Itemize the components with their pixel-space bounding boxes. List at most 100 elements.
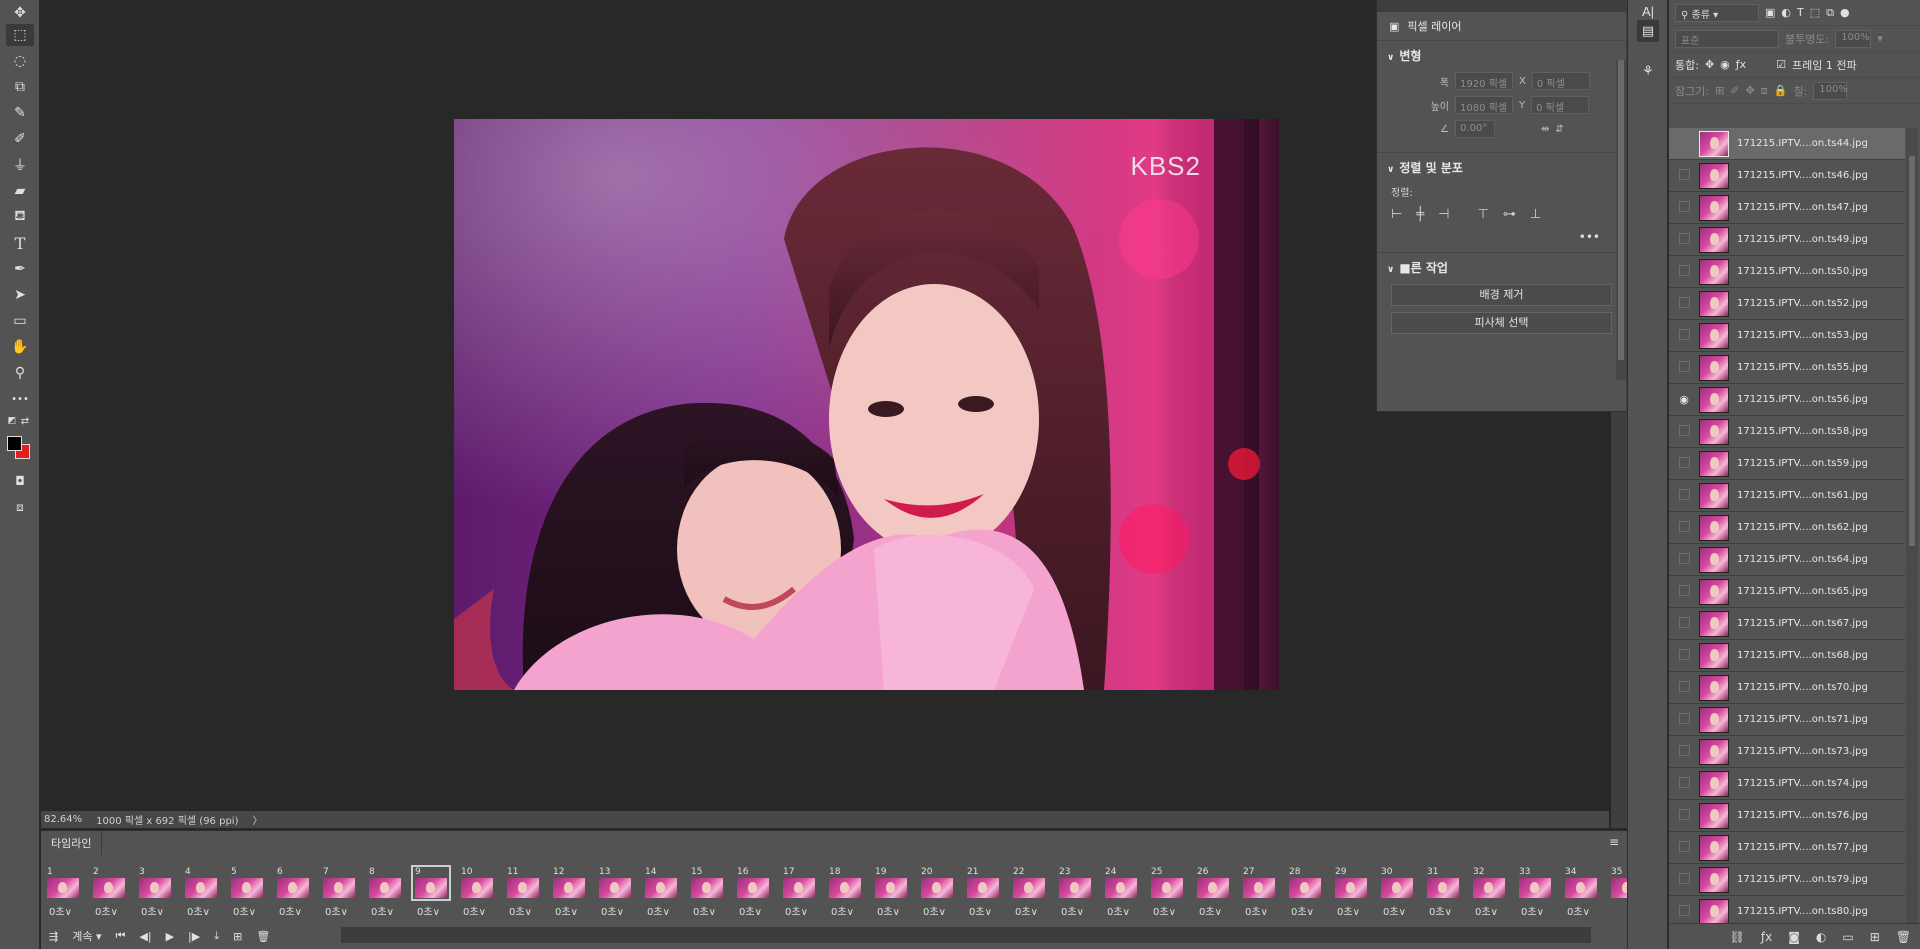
frame-delay-select[interactable]: 0초∨ bbox=[371, 903, 394, 918]
new-group-icon[interactable]: ▭ bbox=[1842, 930, 1853, 944]
delete-layer-icon[interactable]: 🗑 bbox=[1896, 930, 1911, 944]
visibility-toggle[interactable] bbox=[1669, 233, 1699, 247]
frame-delay-select[interactable]: 0초∨ bbox=[1107, 903, 1130, 918]
character-panel-icon[interactable]: A| bbox=[1637, 0, 1659, 22]
layer-row[interactable]: 171215.IPTV....on.ts68.jpg bbox=[1669, 640, 1905, 672]
filter-adjustment-icon[interactable]: ◐ bbox=[1781, 6, 1791, 19]
frame-delay-select[interactable]: 0초∨ bbox=[417, 903, 440, 918]
frame-delay-select[interactable]: 0초∨ bbox=[647, 903, 670, 918]
frame-delay-select[interactable]: 0초∨ bbox=[187, 903, 210, 918]
properties-scroll-thumb[interactable] bbox=[1618, 60, 1624, 360]
visibility-toggle[interactable] bbox=[1669, 137, 1699, 151]
timeline-frame[interactable]: 19 0초∨ bbox=[869, 865, 915, 921]
properties-scrollbar[interactable] bbox=[1616, 60, 1626, 380]
visibility-toggle[interactable] bbox=[1669, 297, 1699, 311]
layer-row[interactable]: 171215.IPTV....on.ts70.jpg bbox=[1669, 672, 1905, 704]
zoom-level[interactable]: 82.64% bbox=[44, 814, 82, 825]
layer-row[interactable]: 171215.IPTV....on.ts76.jpg bbox=[1669, 800, 1905, 832]
filter-smart-object-icon[interactable]: ⧉ bbox=[1826, 6, 1834, 20]
timeline-frame[interactable]: 26 0초∨ bbox=[1191, 865, 1237, 921]
layer-row[interactable]: 171215.IPTV....on.ts64.jpg bbox=[1669, 544, 1905, 576]
lasso-icon[interactable]: ◌ bbox=[6, 50, 34, 72]
timeline-frame[interactable]: 13 0초∨ bbox=[593, 865, 639, 921]
delete-frame-icon[interactable]: 🗑 bbox=[256, 930, 270, 943]
foreground-color-swatch[interactable] bbox=[7, 436, 22, 451]
add-mask-icon[interactable]: ◙ bbox=[1788, 930, 1800, 944]
unify-position-icon[interactable]: ✥ bbox=[1705, 58, 1714, 71]
path-select-icon[interactable]: ➤ bbox=[6, 284, 34, 306]
layer-row[interactable]: 171215.IPTV....on.ts53.jpg bbox=[1669, 320, 1905, 352]
filter-shape-icon[interactable]: ⬚ bbox=[1810, 6, 1820, 19]
layer-row[interactable]: 171215.IPTV....on.ts58.jpg bbox=[1669, 416, 1905, 448]
visibility-toggle[interactable] bbox=[1669, 745, 1699, 759]
layer-row[interactable]: 171215.IPTV....on.ts73.jpg bbox=[1669, 736, 1905, 768]
lock-pixels-icon[interactable]: ✐ bbox=[1730, 84, 1739, 97]
timeline-frame[interactable]: 11 0초∨ bbox=[501, 865, 547, 921]
layer-row[interactable]: 171215.IPTV....on.ts74.jpg bbox=[1669, 768, 1905, 800]
timeline-frame[interactable]: 16 0초∨ bbox=[731, 865, 777, 921]
frame-delay-select[interactable]: 0초∨ bbox=[141, 903, 164, 918]
timeline-frame[interactable]: 21 0초∨ bbox=[961, 865, 1007, 921]
zoom-icon[interactable]: ⚲ bbox=[6, 362, 34, 384]
blend-mode-select[interactable]: 표준 bbox=[1675, 29, 1779, 48]
y-field[interactable]: 0 픽셀 bbox=[1531, 96, 1590, 114]
frame-delay-select[interactable]: 0초∨ bbox=[601, 903, 624, 918]
visibility-toggle[interactable] bbox=[1669, 585, 1699, 599]
filter-kind-select[interactable]: ⚲ 종류 ▾ bbox=[1675, 3, 1759, 22]
rectangle-icon[interactable]: ▭ bbox=[6, 310, 34, 332]
layer-row[interactable]: ◉ 171215.IPTV....on.ts56.jpg bbox=[1669, 384, 1905, 416]
frame-delay-select[interactable]: 0초∨ bbox=[923, 903, 946, 918]
lock-all-icon[interactable]: 🔒 bbox=[1774, 84, 1788, 97]
layer-row[interactable]: 171215.IPTV....on.ts55.jpg bbox=[1669, 352, 1905, 384]
align-title[interactable]: ∨ 정렬 및 분포 bbox=[1387, 159, 1616, 176]
visibility-toggle[interactable] bbox=[1669, 873, 1699, 887]
layer-row[interactable]: 171215.IPTV....on.ts80.jpg bbox=[1669, 896, 1905, 924]
timeline-frame[interactable]: 2 0초∨ bbox=[87, 865, 133, 921]
frame-delay-select[interactable]: 0초∨ bbox=[1291, 903, 1314, 918]
layers-scrollbar[interactable] bbox=[1906, 128, 1918, 924]
timeline-frame[interactable]: 34 0초∨ bbox=[1559, 865, 1605, 921]
visibility-toggle[interactable] bbox=[1669, 617, 1699, 631]
layer-row[interactable]: 171215.IPTV....on.ts59.jpg bbox=[1669, 448, 1905, 480]
angle-field[interactable]: 0.00° bbox=[1455, 120, 1495, 138]
layer-row[interactable]: 171215.IPTV....on.ts44.jpg bbox=[1669, 128, 1905, 160]
libraries-panel-icon[interactable]: ⚘ bbox=[1637, 60, 1659, 82]
duplicate-frame-icon[interactable]: ⊞ bbox=[233, 930, 242, 943]
frame-delay-select[interactable]: 0초∨ bbox=[1521, 903, 1544, 918]
frame-delay-select[interactable]: 0초∨ bbox=[325, 903, 348, 918]
frame-delay-select[interactable]: 0초∨ bbox=[1383, 903, 1406, 918]
timeline-frame[interactable]: 8 0초∨ bbox=[363, 865, 409, 921]
frame-delay-select[interactable]: 0초∨ bbox=[785, 903, 808, 918]
timeline-frame[interactable]: 14 0초∨ bbox=[639, 865, 685, 921]
flip-vertical-icon[interactable]: ⇵ bbox=[1555, 124, 1563, 135]
timeline-frame[interactable]: 28 0초∨ bbox=[1283, 865, 1329, 921]
filter-pixel-icon[interactable]: ▣ bbox=[1765, 6, 1775, 19]
frame-delay-select[interactable]: 0초∨ bbox=[739, 903, 762, 918]
adjustment-layer-icon[interactable]: ◐ bbox=[1816, 930, 1826, 944]
visibility-toggle[interactable] bbox=[1669, 649, 1699, 663]
visibility-toggle[interactable] bbox=[1669, 905, 1699, 919]
lock-transparent-icon[interactable]: ⊞ bbox=[1715, 84, 1724, 97]
align-right-icon[interactable]: ⊣ bbox=[1438, 207, 1449, 222]
play-icon[interactable]: ▶ bbox=[166, 930, 174, 943]
opacity-field[interactable]: 100% bbox=[1835, 29, 1872, 48]
visibility-toggle[interactable] bbox=[1669, 681, 1699, 695]
layers-scroll-thumb[interactable] bbox=[1909, 156, 1915, 546]
tab-timeline[interactable]: 타임라인 bbox=[41, 831, 103, 855]
transform-title[interactable]: ∨ 변형 bbox=[1387, 47, 1616, 64]
visibility-toggle[interactable] bbox=[1669, 713, 1699, 727]
first-frame-icon[interactable]: ⏮ bbox=[116, 929, 126, 943]
visibility-toggle[interactable] bbox=[1669, 329, 1699, 343]
frame-delay-select[interactable]: 0초∨ bbox=[1475, 903, 1498, 918]
timeline-frame[interactable]: 33 0초∨ bbox=[1513, 865, 1559, 921]
pen-icon[interactable]: ✒ bbox=[6, 258, 34, 280]
loop-select[interactable]: 계속 ▾ bbox=[72, 928, 101, 944]
visibility-eye-icon[interactable]: ◉ bbox=[1669, 393, 1699, 406]
type-icon[interactable]: T bbox=[6, 232, 34, 254]
eraser-icon[interactable]: ▰ bbox=[6, 180, 34, 202]
layer-row[interactable]: 171215.IPTV....on.ts67.jpg bbox=[1669, 608, 1905, 640]
select-subject-button[interactable]: 피사체 선택 bbox=[1391, 312, 1612, 334]
layer-row[interactable]: 171215.IPTV....on.ts61.jpg bbox=[1669, 480, 1905, 512]
unify-visibility-icon[interactable]: ◉ bbox=[1720, 58, 1730, 71]
visibility-toggle[interactable] bbox=[1669, 521, 1699, 535]
